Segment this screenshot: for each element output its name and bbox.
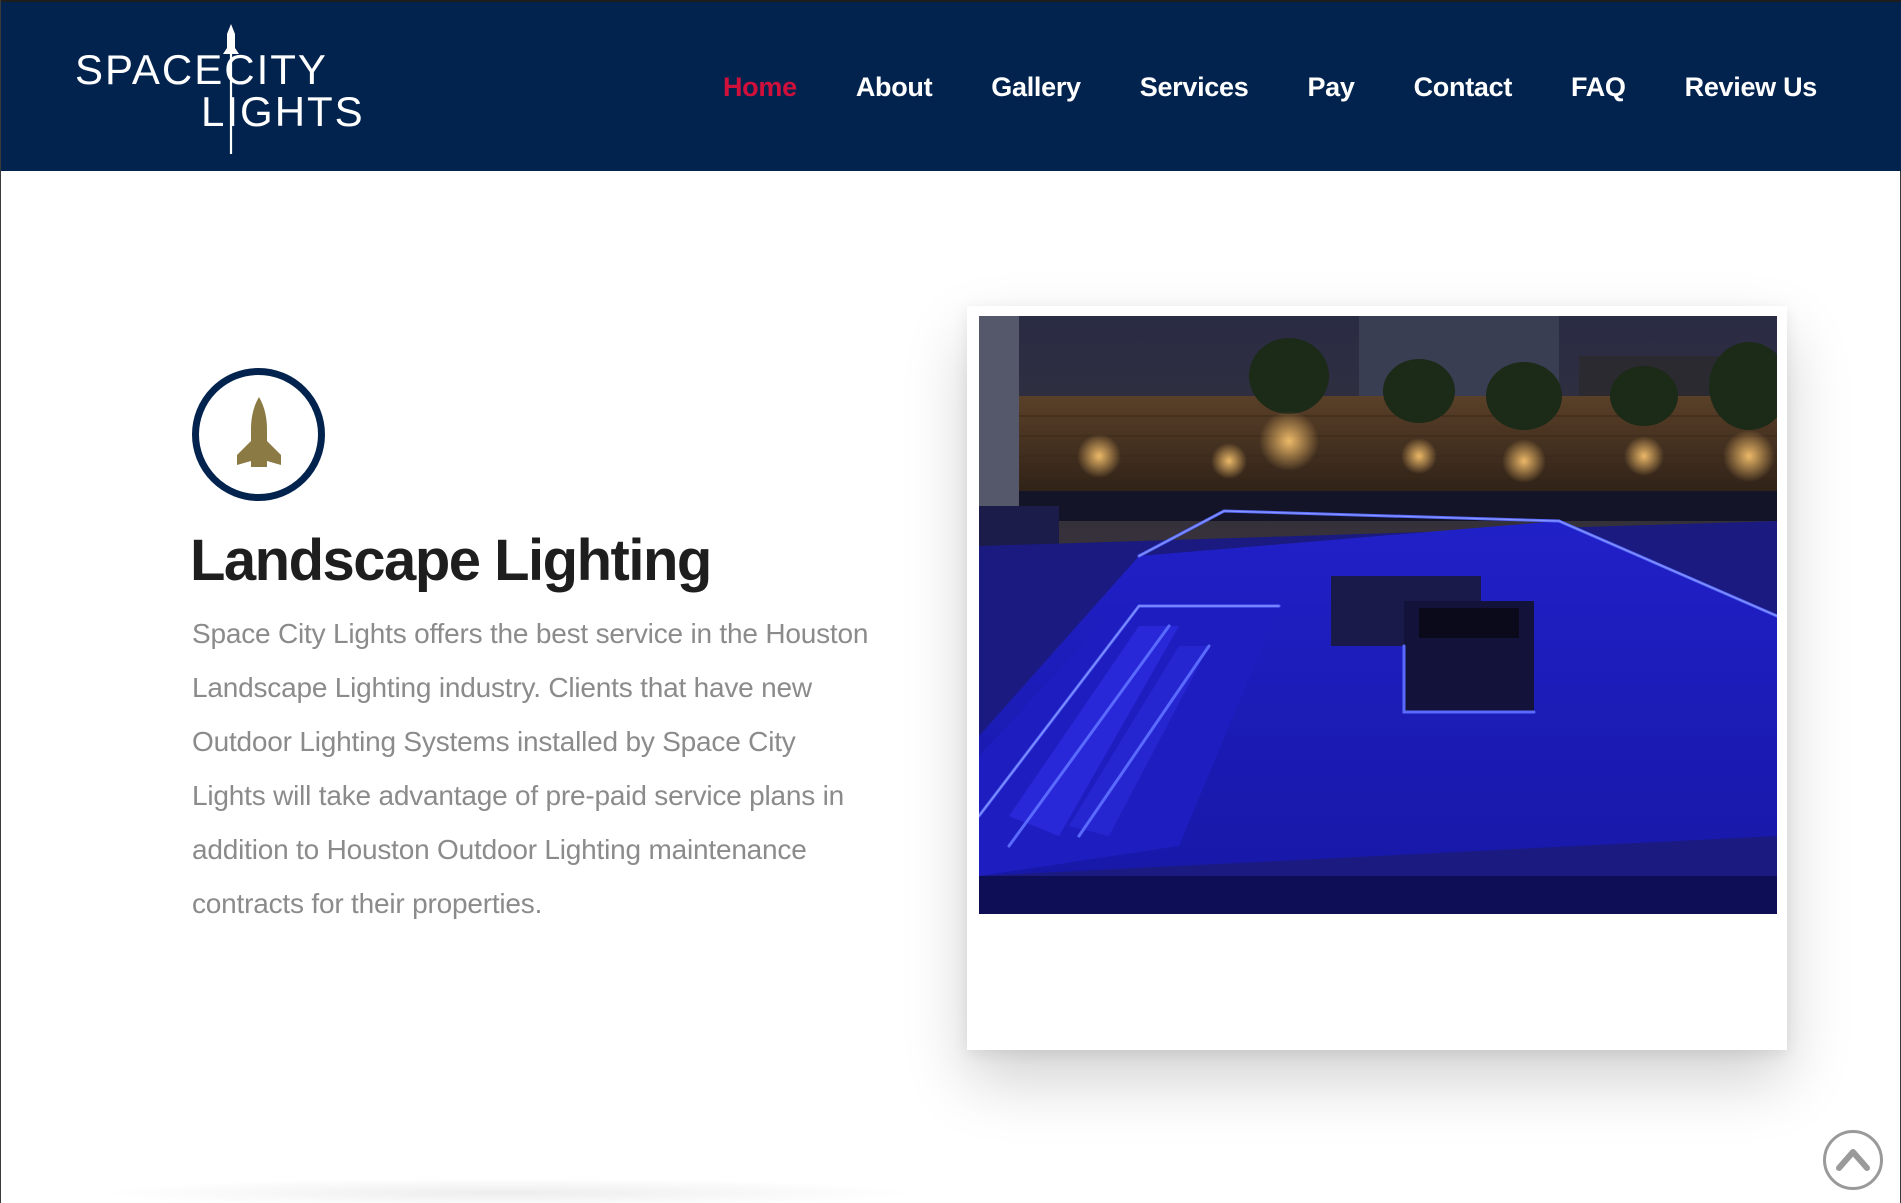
nav-home[interactable]: Home xyxy=(723,72,797,103)
service-description: Space City Lights offers the best servic… xyxy=(192,618,869,919)
photo-card xyxy=(967,306,1787,1050)
chevron-up-icon xyxy=(1836,1149,1870,1171)
logo-text-line1: SPACECITY xyxy=(75,46,328,93)
site-logo[interactable]: SPACECITY LIGHTS xyxy=(73,22,363,157)
nav-faq[interactable]: FAQ xyxy=(1571,72,1626,103)
nav-about[interactable]: About xyxy=(856,72,933,103)
main-nav: Home About Gallery Services Pay Contact … xyxy=(664,64,1817,110)
nav-pay[interactable]: Pay xyxy=(1307,72,1354,103)
pool-lighting-photo xyxy=(979,316,1777,914)
site-header: SPACECITY LIGHTS Home About Gallery Serv… xyxy=(1,0,1901,171)
scroll-to-top-button[interactable] xyxy=(1823,1130,1883,1190)
nav-review-us[interactable]: Review Us xyxy=(1685,72,1818,103)
nav-services[interactable]: Services xyxy=(1140,72,1249,103)
pool-photo-illustration xyxy=(979,316,1777,914)
service-icon-circle xyxy=(192,368,325,501)
section-shadow xyxy=(91,1178,921,1203)
nav-contact[interactable]: Contact xyxy=(1414,72,1513,103)
logo-text-line2: LIGHTS xyxy=(201,88,365,135)
rocket-icon xyxy=(236,396,281,467)
service-title: Landscape Lighting xyxy=(190,528,712,593)
nav-gallery[interactable]: Gallery xyxy=(991,72,1081,103)
